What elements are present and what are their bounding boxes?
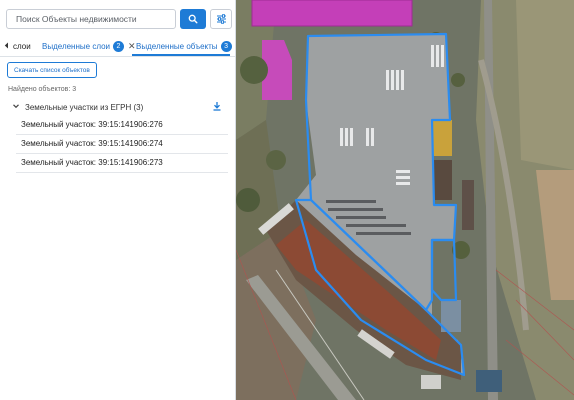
- satellite-map[interactable]: [236, 0, 574, 400]
- side-panel: слои Выделенные слои 2 ✕ Выделенные объе…: [0, 0, 243, 400]
- filter-button[interactable]: [210, 9, 232, 29]
- search-icon: [188, 12, 198, 27]
- results-group-header[interactable]: Земельные участки из ЕГРН (3): [0, 101, 230, 115]
- tab-back-label: слои: [13, 41, 31, 51]
- tab-back-layers[interactable]: слои: [4, 36, 31, 56]
- tab-bar: слои Выделенные слои 2 ✕ Выделенные объе…: [0, 36, 243, 57]
- close-icon[interactable]: ✕: [128, 41, 136, 51]
- search-input[interactable]: [6, 9, 176, 29]
- map-imagery: [236, 0, 574, 400]
- results-group-label: Земельные участки из ЕГРН (3): [25, 103, 144, 112]
- tab-selected-objects[interactable]: Выделенные объекты 3 ✕: [136, 36, 243, 56]
- download-list-button[interactable]: Скачать список объектов: [7, 62, 97, 78]
- tab-selected-objects-label: Выделенные объекты: [136, 41, 218, 51]
- results-list: Земельный участок: 39:15:141906:276 Земе…: [16, 116, 228, 173]
- list-item[interactable]: Земельный участок: 39:15:141906:273: [16, 154, 228, 173]
- chevron-down-icon[interactable]: [12, 102, 20, 112]
- caret-left-icon: [4, 42, 9, 51]
- tab-selected-layers[interactable]: Выделенные слои 2 ✕: [42, 36, 136, 56]
- list-item[interactable]: Земельный участок: 39:15:141906:276: [16, 116, 228, 135]
- download-icon[interactable]: [212, 101, 222, 114]
- search-button[interactable]: [180, 9, 206, 29]
- tune-icon: [216, 12, 227, 27]
- tab-selected-layers-label: Выделенные слои: [42, 41, 110, 51]
- list-item[interactable]: Земельный участок: 39:15:141906:274: [16, 135, 228, 154]
- active-tab-indicator: [132, 54, 230, 56]
- count-badge: 2: [113, 40, 124, 52]
- results-count: Найдено объектов: 3: [8, 86, 77, 93]
- count-badge: 3: [220, 40, 232, 52]
